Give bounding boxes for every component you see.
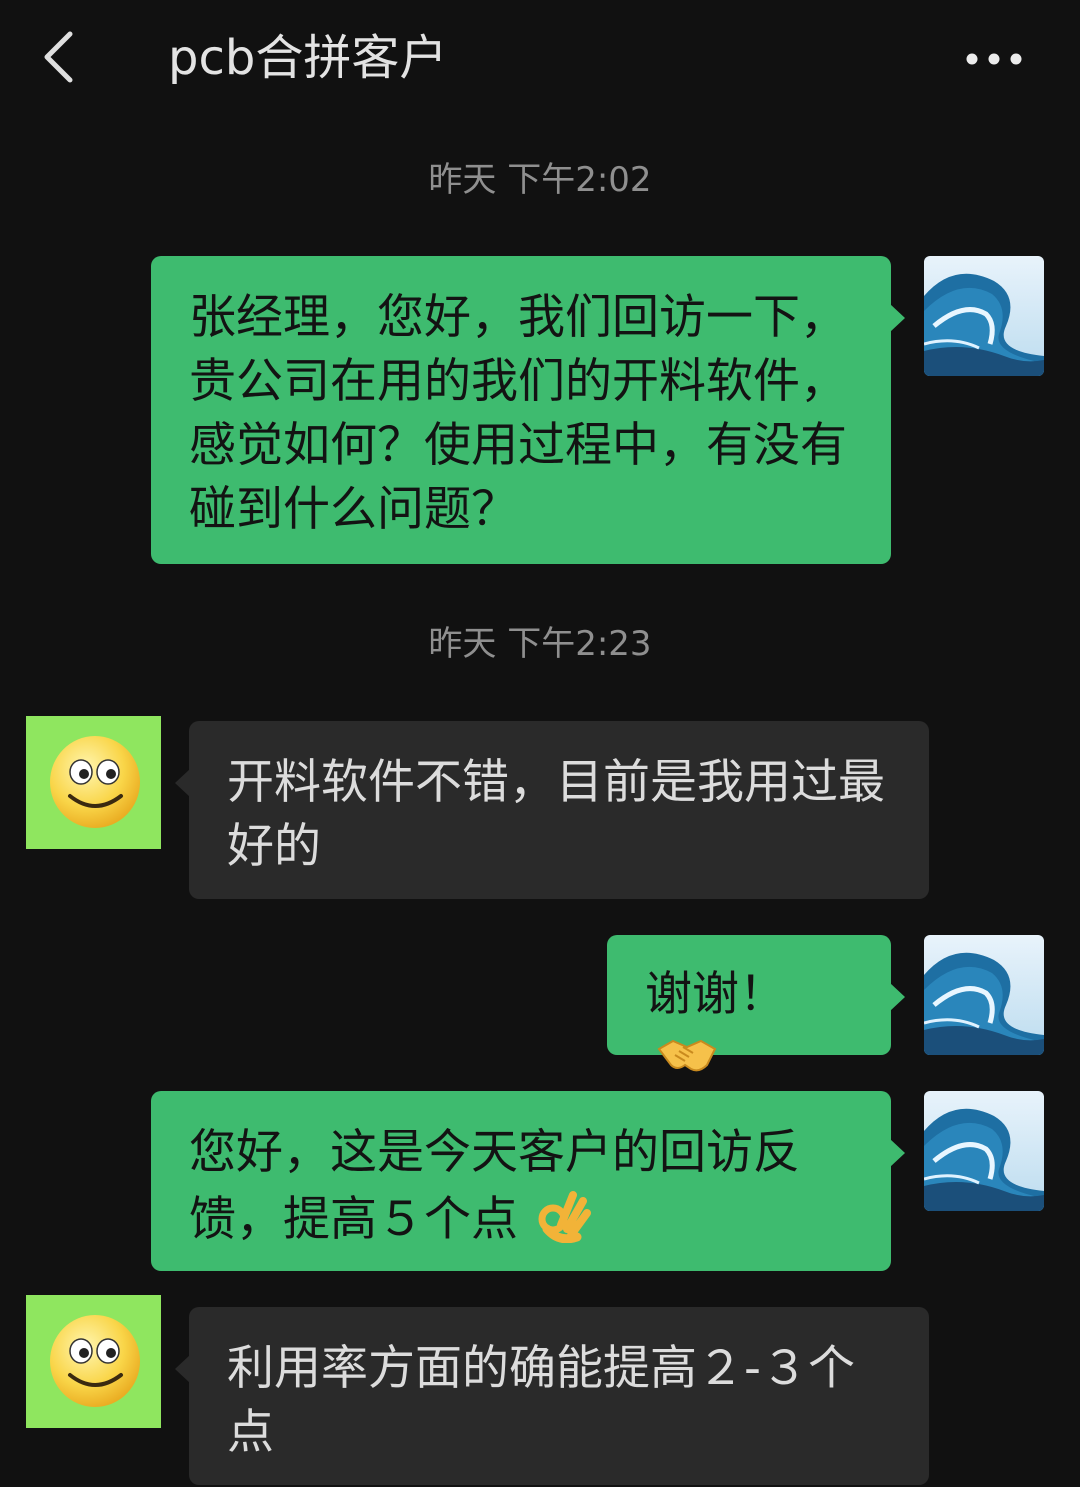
smiley-face-icon (50, 1315, 140, 1407)
chevron-left-icon (44, 31, 73, 83)
message-text: 张经理，您好，我们回访一下，贵公司在用的我们的开料软件，感觉如何？使用过程中，有… (189, 290, 847, 537)
chat-title: pcb合拼客户 (168, 30, 448, 86)
contact-avatar[interactable] (26, 716, 161, 849)
message-text: 利用率方面的确能提高２-３个点 (227, 1341, 855, 1460)
incoming-message-bubble[interactable]: 利用率方面的确能提高２-３个点 (175, 1307, 929, 1485)
handshake-emoji-icon (657, 1030, 717, 1094)
my-avatar[interactable] (924, 935, 1044, 1055)
message-timestamp: 昨天 下午2:23 (428, 624, 652, 664)
message-text: 谢谢！ (645, 967, 786, 1022)
outgoing-message-bubble[interactable]: 谢谢！ (607, 935, 905, 1071)
wave-avatar-image (924, 935, 1044, 1055)
contact-avatar[interactable] (26, 1295, 161, 1428)
my-avatar[interactable] (924, 256, 1044, 376)
ok-hand-emoji-icon (533, 1185, 591, 1260)
wave-avatar-image (924, 256, 1044, 376)
smiley-face-icon (50, 736, 140, 828)
outgoing-message-bubble[interactable]: 张经理，您好，我们回访一下，贵公司在用的我们的开料软件，感觉如何？使用过程中，有… (151, 256, 905, 564)
message-text: 开料软件不错，目前是我用过最好的 (227, 755, 885, 874)
my-avatar[interactable] (924, 1091, 1044, 1211)
wave-avatar-image (924, 1091, 1044, 1211)
chat-header: pcb合拼客户 (0, 0, 1080, 120)
message-timestamp: 昨天 下午2:02 (428, 160, 652, 200)
more-options-button[interactable] (958, 38, 1034, 78)
more-dots-icon (966, 53, 1022, 65)
back-button[interactable] (30, 22, 90, 92)
incoming-message-bubble[interactable]: 开料软件不错，目前是我用过最好的 (175, 721, 929, 899)
message-text: 您好，这是今天客户的回访反馈，提高５个点 (189, 1125, 800, 1247)
outgoing-message-bubble[interactable]: 您好，这是今天客户的回访反馈，提高５个点 (151, 1091, 905, 1271)
